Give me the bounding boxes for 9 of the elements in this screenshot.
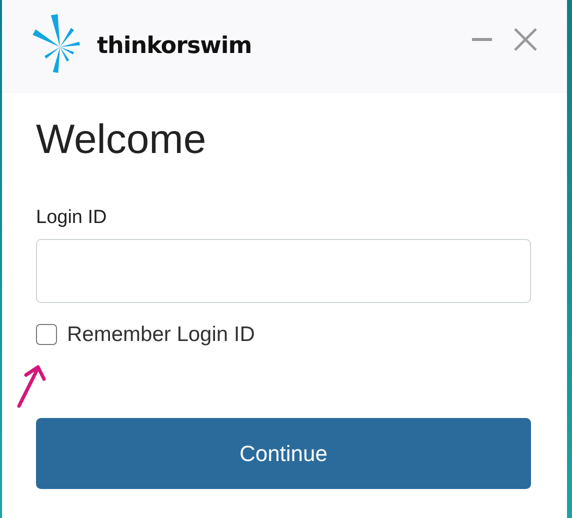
login-id-field[interactable] [36, 238, 531, 303]
close-icon[interactable] [514, 28, 537, 51]
logo-text: thinkorswim [97, 32, 252, 62]
checkbox-label: Remember Login ID [67, 322, 255, 348]
welcome-heading: Welcome [36, 115, 208, 164]
remember-checkbox[interactable] [36, 324, 57, 345]
field-label: Login ID [36, 206, 108, 230]
minimize-icon[interactable] [472, 38, 492, 42]
continue-button[interactable]: Continue [36, 418, 531, 490]
